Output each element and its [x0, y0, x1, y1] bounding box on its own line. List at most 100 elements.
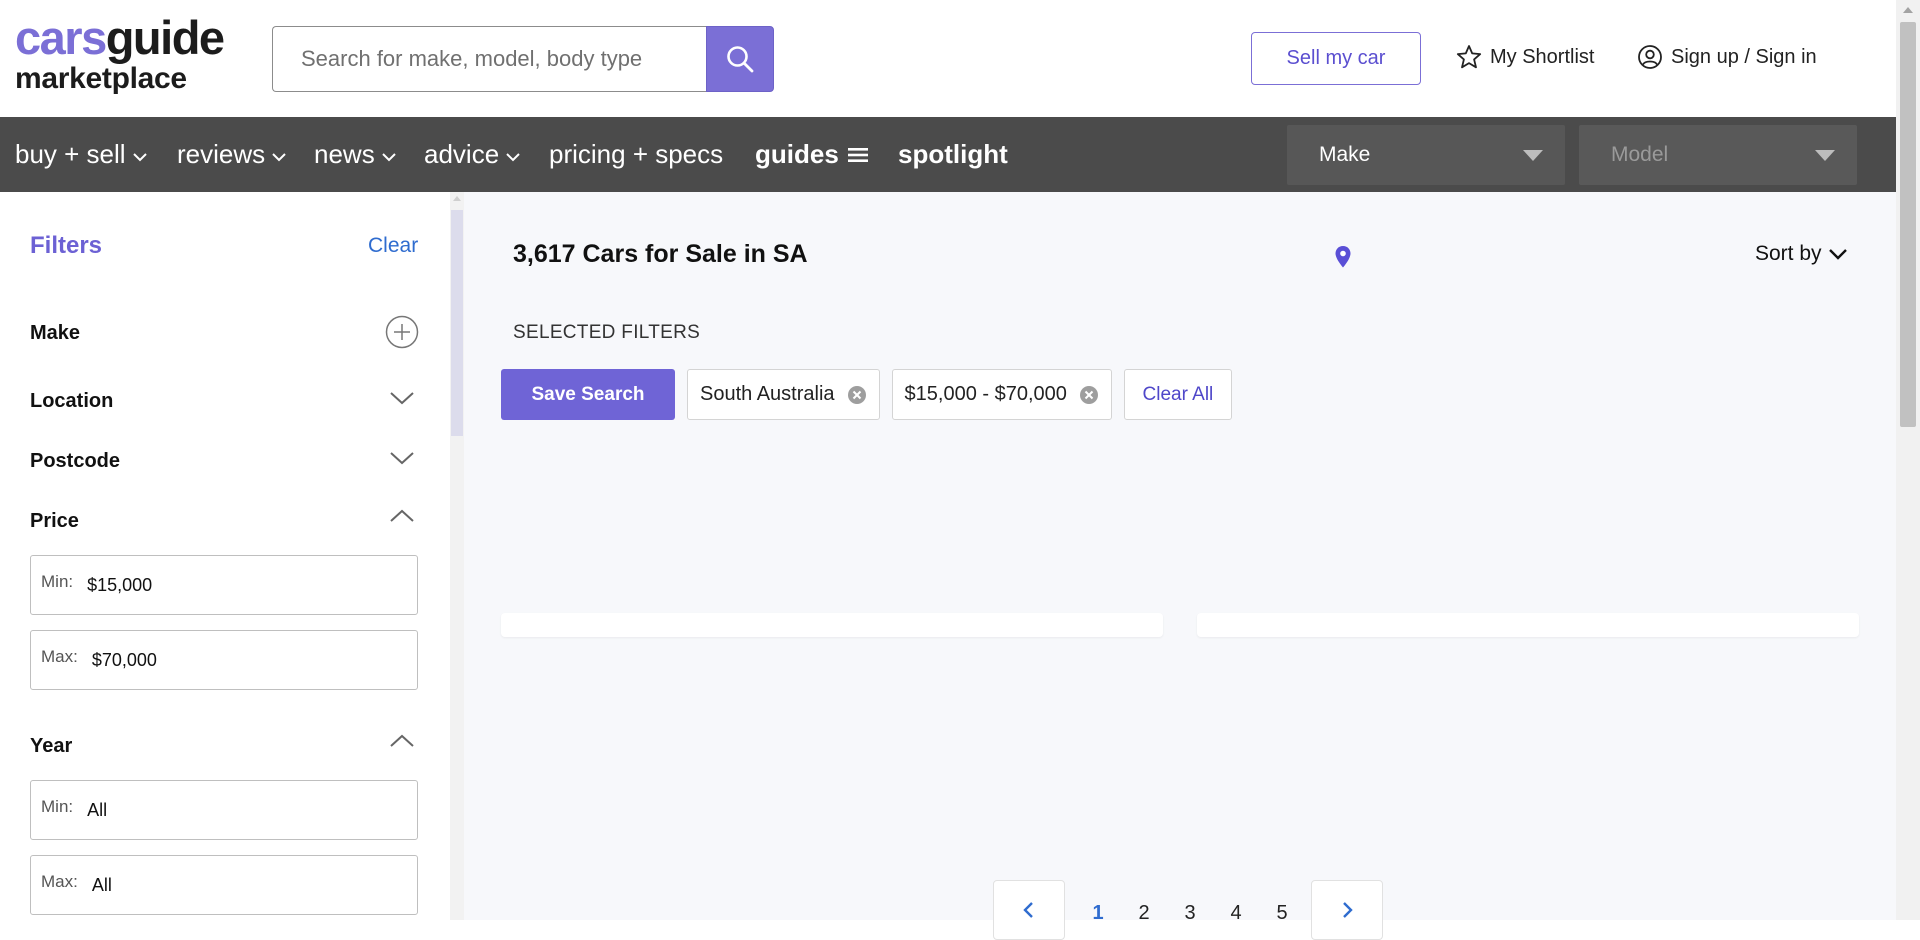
close-circle-icon[interactable]: [847, 385, 867, 405]
chevron-down-icon[interactable]: [385, 444, 419, 470]
logo-text-cars: cars: [15, 11, 107, 64]
chevron-down-icon: [1828, 249, 1847, 260]
location-pin-icon[interactable]: [1334, 245, 1352, 269]
filter-chip-location[interactable]: South Australia: [687, 369, 880, 420]
sell-my-car-button[interactable]: Sell my car: [1251, 32, 1421, 85]
year-max-field[interactable]: Max: All: [30, 855, 418, 915]
postcode-filter-label: Postcode: [30, 450, 121, 472]
nav-item-spotlight[interactable]: spotlight: [898, 117, 1008, 192]
selected-filters-bar: Save Search South Australia $15,000 - $7…: [501, 369, 1232, 420]
nav-item-reviews[interactable]: reviews: [177, 117, 287, 192]
nav-item-pricing-specs[interactable]: pricing + specs: [549, 117, 723, 192]
pagination: 1 2 3 4 5: [993, 880, 1383, 940]
filters-sidebar: Filters Clear Make Location Postcode Pri…: [0, 192, 449, 920]
chevron-right-icon: [1343, 902, 1353, 918]
sidebar-scrollbar-thumb[interactable]: [451, 210, 463, 436]
chevron-up-icon[interactable]: [385, 504, 419, 530]
site-header: carsguide marketplace Sell my car My Sho…: [0, 0, 1896, 117]
chevron-down-icon: [132, 152, 147, 161]
nav-item-label: spotlight: [898, 139, 1008, 169]
plus-circle-icon[interactable]: [385, 315, 419, 349]
main-nav: buy + sell reviews news advice pricing +…: [0, 117, 1896, 192]
price-min-field[interactable]: Min: $15,000: [30, 555, 418, 615]
page-number-1[interactable]: 1: [1075, 902, 1121, 925]
page-number-2[interactable]: 2: [1121, 902, 1167, 925]
page-scrollbar[interactable]: [1896, 0, 1920, 920]
next-page-button[interactable]: [1311, 880, 1383, 940]
chevron-down-icon: [272, 152, 286, 161]
year-max-key: Max:: [41, 872, 78, 891]
nav-item-advice[interactable]: advice: [424, 117, 521, 192]
chevron-left-icon: [1023, 902, 1033, 918]
sign-in-label: Sign up / Sign in: [1671, 45, 1817, 68]
filters-title: Filters: [30, 232, 103, 259]
my-shortlist-label: My Shortlist: [1490, 45, 1595, 68]
price-filter-label: Price: [30, 510, 79, 532]
nav-item-label: guides: [755, 139, 839, 169]
location-filter-label: Location: [30, 390, 114, 412]
make-filter-label: Make: [30, 322, 81, 344]
make-select-value: Make: [1319, 143, 1371, 166]
year-min-value: All: [87, 799, 108, 820]
year-filter-label: Year: [30, 735, 73, 757]
nav-item-guides[interactable]: guides: [755, 117, 869, 192]
clear-all-button[interactable]: Clear All: [1123, 369, 1232, 420]
search-button[interactable]: [706, 26, 774, 92]
logo-text-marketplace: marketplace: [15, 62, 187, 95]
filters-clear-link[interactable]: Clear: [368, 234, 418, 258]
chevron-down-icon[interactable]: [385, 384, 419, 410]
nav-item-label: pricing + specs: [549, 139, 724, 169]
make-select[interactable]: Make: [1287, 125, 1565, 185]
filter-chip-label: $15,000 - $70,000: [904, 383, 1067, 405]
page-number-5[interactable]: 5: [1259, 902, 1305, 925]
scroll-up-arrow-icon[interactable]: [453, 196, 461, 201]
results-panel: 3,617 Cars for Sale in SA Sort by SELECT…: [464, 192, 1896, 940]
filter-chip-label: South Australia: [700, 383, 835, 405]
price-max-value: $70,000: [91, 649, 157, 670]
chevron-down-icon: [381, 152, 396, 161]
model-select[interactable]: Model: [1579, 125, 1857, 185]
dropdown-arrow-icon: [1815, 150, 1835, 161]
star-icon: [1456, 45, 1482, 69]
dropdown-arrow-icon: [1523, 150, 1543, 161]
save-search-button[interactable]: Save Search: [501, 369, 675, 420]
model-select-value: Model: [1611, 143, 1669, 166]
nav-item-label: advice: [424, 139, 500, 169]
page-number-4[interactable]: 4: [1213, 902, 1259, 925]
nav-item-label: buy + sell: [15, 139, 126, 169]
my-shortlist-link[interactable]: My Shortlist: [1456, 44, 1594, 70]
year-min-key: Min:: [41, 797, 74, 816]
price-min-value: $15,000: [87, 574, 153, 595]
listing-card-placeholder: [1197, 613, 1859, 637]
nav-item-label: reviews: [177, 139, 266, 169]
chevron-up-icon[interactable]: [385, 729, 419, 755]
sort-by-label: Sort by: [1755, 242, 1822, 265]
page-number-3[interactable]: 3: [1167, 902, 1213, 925]
filter-chip-price[interactable]: $15,000 - $70,000: [891, 369, 1112, 420]
search-bar: [272, 26, 774, 92]
listing-card-placeholder: [501, 613, 1163, 637]
nav-item-buy-sell[interactable]: buy + sell: [15, 117, 148, 192]
price-min-key: Min:: [41, 572, 74, 591]
sign-in-link[interactable]: Sign up / Sign in: [1637, 44, 1817, 70]
search-input[interactable]: [272, 26, 708, 92]
page-scrollbar-thumb[interactable]: [1900, 22, 1916, 427]
selected-filters-label: SELECTED FILTERS: [513, 322, 701, 343]
scroll-up-arrow-icon[interactable]: [1903, 7, 1913, 13]
results-title: 3,617 Cars for Sale in SA: [513, 240, 808, 268]
price-max-key: Max:: [41, 647, 78, 666]
year-min-field[interactable]: Min: All: [30, 780, 418, 840]
logo-text-guide: guide: [105, 11, 225, 64]
prev-page-button[interactable]: [993, 880, 1065, 940]
menu-icon: [847, 147, 868, 162]
price-max-field[interactable]: Max: $70,000: [30, 630, 418, 690]
sidebar-scrollbar[interactable]: [450, 192, 464, 920]
close-circle-icon[interactable]: [1079, 385, 1099, 405]
chevron-down-icon: [506, 152, 520, 161]
nav-item-news[interactable]: news: [314, 117, 397, 192]
cars-guide-logo[interactable]: carsguide marketplace: [15, 11, 225, 96]
user-icon: [1638, 45, 1662, 69]
nav-item-label: news: [314, 139, 375, 169]
search-icon: [727, 46, 754, 73]
sort-by-dropdown[interactable]: Sort by: [1755, 242, 1848, 266]
